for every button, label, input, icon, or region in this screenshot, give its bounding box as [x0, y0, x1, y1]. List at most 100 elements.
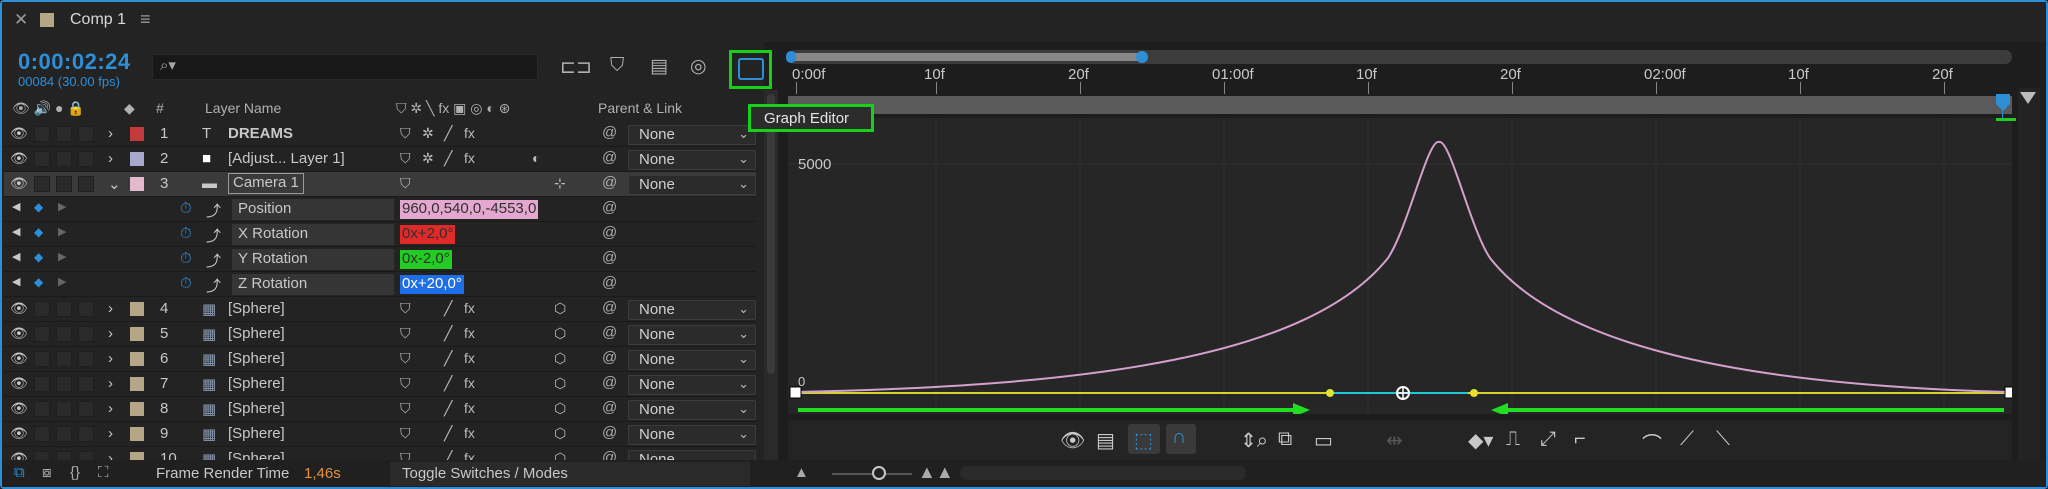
parent-dropdown[interactable]: None⌄: [628, 150, 756, 170]
property-value[interactable]: 960,0,540,0,-4553,0: [400, 200, 539, 219]
prev-keyframe-icon[interactable]: ◀: [12, 200, 20, 213]
pick-whip-icon[interactable]: @: [602, 374, 617, 391]
solo-toggle[interactable]: [56, 351, 72, 367]
lock-toggle[interactable]: [78, 426, 94, 442]
comp-flowchart-icon[interactable]: ⧉: [14, 464, 25, 481]
layer-row[interactable]: 👁 › 2 ■ [Adjust... Layer 1] ⛉ ✲ ╱ fx ◐ @ None ⌄: [4, 147, 756, 172]
expression-pick-whip-icon[interactable]: @: [602, 199, 617, 216]
solo-toggle[interactable]: [56, 326, 72, 342]
lock-toggle[interactable]: [78, 376, 94, 392]
prev-keyframe-icon[interactable]: ◀: [12, 275, 20, 288]
expression-pick-whip-icon[interactable]: @: [602, 274, 617, 291]
layer-name[interactable]: [Adjust... Layer 1]: [228, 150, 345, 167]
property-row[interactable]: ◀ ◆ ▶ ⏱ ⤴ Z Rotation 0x+20,0° @: [4, 272, 756, 297]
visibility-icon[interactable]: 👁: [1060, 428, 1085, 453]
quality-switch-icon[interactable]: ╱: [444, 300, 452, 317]
layer-name[interactable]: [Sphere]: [228, 350, 285, 367]
linear-icon[interactable]: ⤢: [1540, 428, 1556, 451]
lock-toggle[interactable]: [78, 401, 94, 417]
quality-switch-icon[interactable]: ╱: [444, 400, 452, 417]
solo-toggle[interactable]: [56, 151, 72, 167]
quality-switch-icon[interactable]: ╱: [444, 150, 452, 167]
lock-toggle[interactable]: [78, 126, 94, 142]
layer-name[interactable]: DREAMS: [228, 125, 293, 142]
keyframe-icon[interactable]: ◆: [34, 225, 43, 239]
zoom-in-icon[interactable]: ▲▲: [918, 462, 954, 483]
layer-row[interactable]: 👁 › 5 ▦ [Sphere] ⛉ ╱ fx ⬡ @ None ⌄: [4, 322, 756, 347]
current-timecode[interactable]: 0:00:02:24: [18, 49, 131, 75]
stopwatch-icon[interactable]: ⏱: [180, 225, 192, 242]
expand-chevron-icon[interactable]: ›: [108, 125, 113, 142]
adjustment-switch-icon[interactable]: ◐: [532, 150, 540, 166]
shy-switch-icon[interactable]: ⛉: [400, 150, 411, 167]
parent-dropdown[interactable]: None⌄: [628, 425, 756, 445]
auto-bezier-icon[interactable]: ⌐: [1574, 428, 1586, 451]
lock-toggle[interactable]: [78, 351, 94, 367]
audio-toggle[interactable]: [34, 126, 50, 142]
zoom-start-handle[interactable]: [786, 51, 796, 63]
tab-title[interactable]: Comp 1: [70, 11, 126, 29]
property-value[interactable]: 0x-2,0°: [400, 250, 452, 269]
draft-icon[interactable]: ⛶: [98, 464, 109, 481]
parent-dropdown[interactable]: None⌄: [628, 325, 756, 345]
zoom-range[interactable]: [792, 53, 1142, 61]
pick-whip-icon[interactable]: @: [602, 149, 617, 166]
visibility-eye-icon[interactable]: 👁: [10, 375, 28, 392]
quality-switch-icon[interactable]: ╱: [444, 425, 452, 442]
expand-chevron-icon[interactable]: ›: [108, 325, 113, 342]
visibility-eye-icon[interactable]: 👁: [10, 150, 28, 167]
layer-name[interactable]: Camera 1: [228, 173, 304, 194]
expand-chevron-icon[interactable]: ›: [108, 400, 113, 417]
expand-chevron-icon[interactable]: ›: [108, 300, 113, 317]
effects-switch-icon[interactable]: fx: [464, 400, 475, 416]
layer-label-swatch[interactable]: [130, 427, 144, 441]
layer-label-swatch[interactable]: [130, 127, 144, 141]
layer-name[interactable]: [Sphere]: [228, 425, 285, 442]
shy-switch-icon[interactable]: ⛉: [400, 125, 411, 142]
visibility-eye-icon[interactable]: 👁: [10, 325, 28, 342]
zoom-out-icon[interactable]: ▲: [794, 464, 809, 481]
fit-width-icon[interactable]: ▭: [1314, 428, 1333, 453]
lock-toggle[interactable]: [78, 151, 94, 167]
stopwatch-icon[interactable]: ⏱: [180, 275, 192, 292]
fit-selection-icon[interactable]: ⇕⌕: [1240, 428, 1268, 453]
effects-switch-icon[interactable]: fx: [464, 425, 475, 441]
effects-switch-icon[interactable]: fx: [464, 325, 475, 341]
layer-name-column[interactable]: Layer Name: [205, 100, 281, 120]
search-input[interactable]: [152, 54, 538, 80]
visibility-eye-icon[interactable]: 👁: [10, 425, 28, 442]
camera-target-icon[interactable]: ⊹: [554, 175, 566, 192]
quality-switch-icon[interactable]: ╱: [444, 350, 452, 367]
expand-chevron-icon[interactable]: ›: [108, 425, 113, 442]
effects-switch-icon[interactable]: fx: [464, 350, 475, 366]
effects-switch-icon[interactable]: fx: [464, 150, 475, 166]
edit-keyframe-icon[interactable]: ◆▾: [1468, 428, 1493, 453]
render-icon[interactable]: ⧇: [42, 464, 52, 481]
layer-row[interactable]: 👁 › 9 ▦ [Sphere] ⛉ ╱ fx ⬡ @ None ⌄: [4, 422, 756, 447]
graph-toggle-icon[interactable]: ⤴: [206, 250, 221, 271]
quality-switch-icon[interactable]: ╱: [444, 325, 452, 342]
shy-switch-icon[interactable]: ⛉: [400, 425, 411, 442]
layer-label-swatch[interactable]: [130, 177, 144, 191]
stopwatch-icon[interactable]: ⏱: [180, 250, 192, 267]
layer-name[interactable]: [Sphere]: [228, 300, 285, 317]
parent-dropdown[interactable]: None⌄: [628, 300, 756, 320]
frame-blend-icon[interactable]: ▤: [650, 55, 668, 78]
layer-label-swatch[interactable]: [130, 377, 144, 391]
timeline-h-scroll[interactable]: [960, 466, 1246, 480]
solo-toggle[interactable]: [56, 426, 72, 442]
layer-name[interactable]: [Sphere]: [228, 400, 285, 417]
layer-row[interactable]: 👁 ⌄ 3 ▬ Camera 1 ⛉ ⊹ @ None ⌄: [4, 172, 756, 197]
layer-label-swatch[interactable]: [130, 352, 144, 366]
parent-dropdown[interactable]: None⌄: [628, 125, 756, 145]
solo-toggle[interactable]: [56, 176, 72, 192]
keyframe-icon[interactable]: ◆: [34, 275, 43, 289]
pick-whip-icon[interactable]: @: [602, 299, 617, 316]
audio-toggle[interactable]: [34, 351, 50, 367]
separate-dimensions-icon[interactable]: ⇹: [1386, 428, 1403, 453]
layer-row[interactable]: 👁 › 1 T DREAMS ⛉ ✲ ╱ fx @ None ⌄: [4, 122, 756, 147]
layer-label-swatch[interactable]: [130, 327, 144, 341]
parent-dropdown[interactable]: None⌄: [628, 400, 756, 420]
layer-row[interactable]: 👁 › 7 ▦ [Sphere] ⛉ ╱ fx ⬡ @ None ⌄: [4, 372, 756, 397]
property-row[interactable]: ◀ ◆ ▶ ⏱ ⤴ X Rotation 0x+2,0° @: [4, 222, 756, 247]
